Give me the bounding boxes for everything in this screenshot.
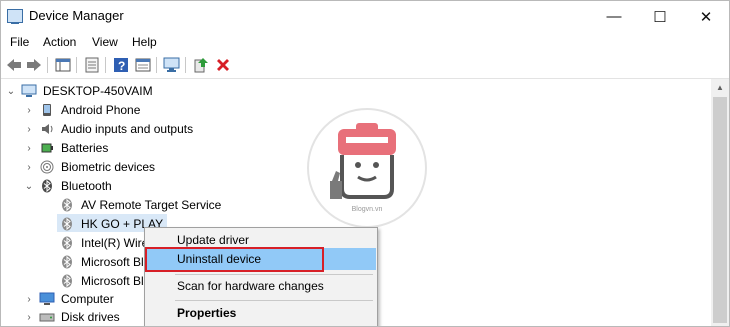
context-scan-hardware[interactable]: Scan for hardware changes (146, 275, 376, 297)
scrollbar-thumb[interactable] (713, 97, 727, 323)
bluetooth-icon (59, 255, 75, 269)
tree-item-label: Disk drives (61, 310, 120, 324)
bluetooth-icon (39, 179, 55, 193)
tree-item-label: Audio inputs and outputs (61, 122, 194, 136)
toolbar: ? (1, 53, 729, 79)
tree-item-microsoft-2[interactable]: Microsoft Bl (59, 272, 144, 290)
tree-item-batteries[interactable]: › Batteries (23, 139, 108, 157)
tree-item-android[interactable]: › Android Phone (23, 101, 140, 119)
chevron-down-icon[interactable]: ⌄ (23, 181, 35, 192)
bluetooth-icon (59, 198, 75, 212)
phone-icon (39, 103, 55, 117)
tree-item-bluetooth[interactable]: ⌄ Bluetooth (23, 177, 112, 195)
context-menu: Update driver Uninstall device Scan for … (144, 227, 378, 326)
view-resources-icon[interactable] (134, 56, 152, 74)
chevron-right-icon[interactable]: › (23, 124, 35, 135)
show-hide-console-tree-icon[interactable] (54, 56, 72, 74)
scroll-up-icon[interactable]: ▲ (711, 79, 729, 96)
bluetooth-icon (59, 217, 75, 231)
bluetooth-icon (59, 236, 75, 250)
tree-item-label: Microsoft Bl (81, 255, 144, 269)
minimize-button[interactable]: — (591, 1, 637, 32)
menu-action[interactable]: Action (43, 35, 76, 49)
window-title: Device Manager (29, 8, 124, 23)
tree-item-disk-drives[interactable]: › Disk drives (23, 308, 120, 326)
toolbar-separator (105, 57, 106, 73)
tree-item-label: Biometric devices (61, 160, 156, 174)
uninstall-device-icon[interactable] (214, 56, 232, 74)
tree-item-label: Intel(R) Wire (81, 236, 149, 250)
speaker-icon (39, 122, 55, 136)
context-separator (175, 300, 373, 301)
back-icon[interactable] (5, 56, 23, 74)
menu-view[interactable]: View (92, 35, 118, 49)
chevron-down-icon[interactable]: ⌄ (5, 86, 17, 97)
tree-item-intel-wireless[interactable]: Intel(R) Wire (59, 234, 148, 252)
maximize-button[interactable]: ☐ (637, 1, 683, 32)
watermark-text: Blogvn.vn (352, 206, 383, 213)
title-bar: Device Manager — ☐ ✕ (1, 1, 729, 32)
tree-item-label: Bluetooth (61, 179, 112, 193)
toolbar-separator (76, 57, 77, 73)
tree-item-label: Computer (61, 292, 114, 306)
disk-drive-icon (39, 310, 55, 324)
tree-item-av-remote[interactable]: AV Remote Target Service (59, 196, 221, 214)
menu-bar: File Action View Help (1, 32, 729, 53)
chevron-right-icon[interactable]: › (23, 105, 35, 116)
tree-item-label: AV Remote Target Service (81, 198, 222, 212)
tree-item-label: Android Phone (61, 103, 141, 117)
watermark-logo: Blogvn.vn (306, 107, 428, 229)
scan-hardware-icon[interactable] (163, 56, 181, 74)
tree-item-biometric[interactable]: › Biometric devices (23, 158, 155, 176)
annotation-highlight-box (145, 247, 324, 272)
chevron-right-icon[interactable]: › (23, 312, 35, 323)
close-button[interactable]: ✕ (683, 1, 729, 32)
toolbar-separator (47, 57, 48, 73)
context-properties[interactable]: Properties (146, 302, 376, 324)
tree-item-computer[interactable]: › Computer (23, 290, 114, 308)
chevron-right-icon[interactable]: › (23, 294, 35, 305)
help-icon[interactable]: ? (112, 56, 130, 74)
toolbar-separator (185, 57, 186, 73)
fingerprint-icon (39, 160, 55, 174)
monitor-icon (39, 292, 55, 306)
device-manager-window: Device Manager — ☐ ✕ File Action View He… (0, 0, 730, 327)
forward-icon[interactable] (25, 56, 43, 74)
vertical-scrollbar[interactable]: ▲ (711, 79, 729, 326)
tree-root-label: DESKTOP-450VAIM (43, 84, 153, 98)
tree-item-label: Batteries (61, 141, 109, 155)
bluetooth-icon (59, 274, 75, 288)
toolbar-separator (156, 57, 157, 73)
tree-root[interactable]: ⌄ DESKTOP-450VAIM (5, 82, 153, 100)
properties-sheet-icon[interactable] (83, 56, 101, 74)
chevron-right-icon[interactable]: › (23, 143, 35, 154)
menu-help[interactable]: Help (132, 35, 157, 49)
device-manager-icon (7, 9, 23, 24)
tree-item-audio[interactable]: › Audio inputs and outputs (23, 120, 193, 138)
svg-text:?: ? (118, 59, 125, 73)
menu-file[interactable]: File (10, 35, 29, 49)
chevron-right-icon[interactable]: › (23, 162, 35, 173)
update-driver-icon[interactable] (192, 56, 210, 74)
tree-item-label: Microsoft Bl (81, 274, 144, 288)
tree-item-microsoft-1[interactable]: Microsoft Bl (59, 253, 144, 271)
battery-icon (39, 141, 55, 155)
computer-icon (21, 84, 37, 98)
